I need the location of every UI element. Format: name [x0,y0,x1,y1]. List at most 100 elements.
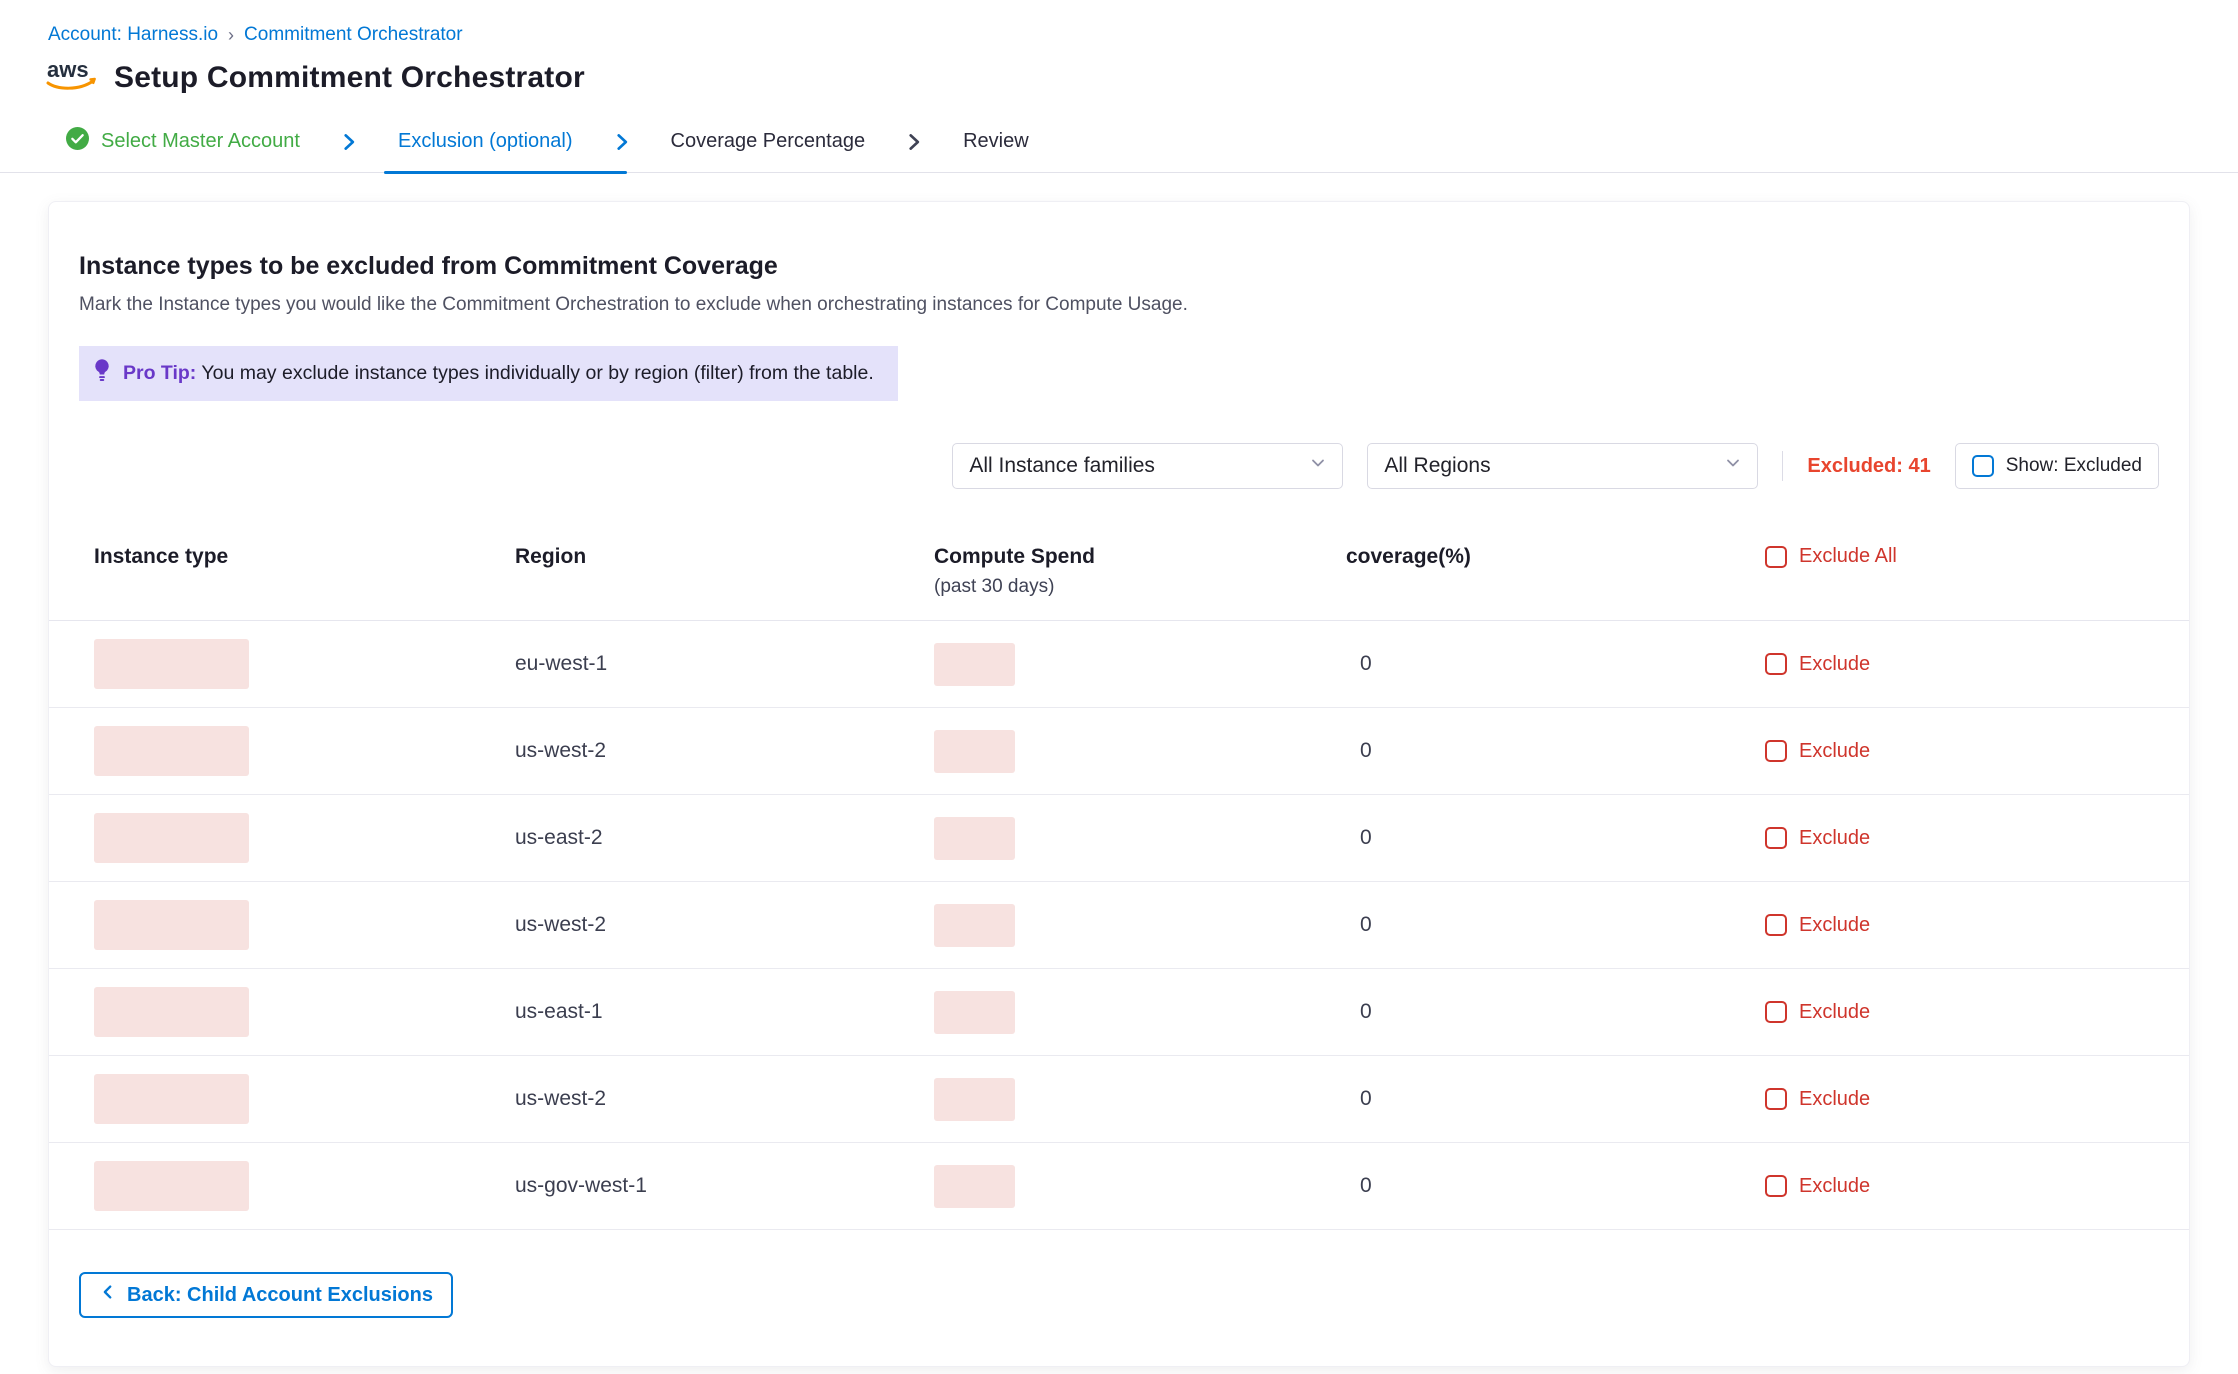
coverage-cell: 0 [1346,1000,1765,1024]
exclude-control[interactable]: Exclude [1765,1175,2189,1198]
exclude-label: Exclude [1799,653,1870,676]
exclude-label: Exclude [1799,740,1870,763]
chevron-left-icon [99,1283,117,1307]
exclude-checkbox[interactable] [1765,827,1787,849]
exclude-control[interactable]: Exclude [1765,740,2189,763]
step-label: Review [963,130,1029,153]
pro-tip-label: Pro Tip: [123,362,196,384]
exclude-label: Exclude [1799,1088,1870,1111]
region-cell: us-west-2 [515,1087,934,1111]
step-select-master-account[interactable]: Select Master Account [62,111,304,172]
exclude-label: Exclude [1799,1001,1870,1024]
redacted-compute-spend [934,643,1015,686]
table-row: us-west-2 0 Exclude [49,882,2189,969]
exclude-all-control[interactable]: Exclude All [1765,545,2189,568]
instance-type-cell [94,987,515,1037]
show-excluded-label: Show: Excluded [2006,455,2142,477]
page: Account: Harness.io › Commitment Orchest… [0,0,2238,1374]
header-region: Region [515,545,934,569]
breadcrumb-account-link[interactable]: Account: Harness.io [48,24,218,46]
exclude-control[interactable]: Exclude [1765,1088,2189,1111]
table-row: us-east-1 0 Exclude [49,969,2189,1056]
redacted-instance-type [94,639,249,689]
region-cell: us-west-2 [515,913,934,937]
step-review[interactable]: Review [959,111,1033,172]
exclude-checkbox[interactable] [1765,1175,1787,1197]
coverage-cell: 0 [1346,739,1765,763]
regions-value: All Regions [1384,454,1490,478]
pro-tip-text: You may exclude instance types individua… [201,362,873,384]
instance-type-cell [94,726,515,776]
table-row: eu-west-1 0 Exclude [49,621,2189,708]
coverage-cell: 0 [1346,1174,1765,1198]
exclude-checkbox[interactable] [1765,1001,1787,1023]
exclude-label: Exclude [1799,1175,1870,1198]
exclude-checkbox[interactable] [1765,1088,1787,1110]
show-excluded-checkbox[interactable] [1972,455,1994,477]
coverage-cell: 0 [1346,913,1765,937]
show-excluded-toggle[interactable]: Show: Excluded [1955,443,2159,489]
region-cell: us-gov-west-1 [515,1174,934,1198]
filters-bar: All Instance families All Regions Exclud… [79,443,2159,489]
region-cell: us-east-2 [515,826,934,850]
redacted-instance-type [94,726,249,776]
regions-dropdown[interactable]: All Regions [1367,443,1758,489]
back-button[interactable]: Back: Child Account Exclusions [79,1272,453,1318]
compute-spend-cell [934,904,1346,947]
exclude-label: Exclude [1799,827,1870,850]
redacted-compute-spend [934,991,1015,1034]
breadcrumb-current-link[interactable]: Commitment Orchestrator [244,24,463,46]
wizard-stepper: Select Master Account Exclusion (optiona… [0,111,2238,173]
pro-tip-banner: Pro Tip: You may exclude instance types … [79,346,898,401]
instance-type-cell [94,900,515,950]
exclusion-card: Instance types to be excluded from Commi… [48,201,2190,1367]
compute-spend-cell [934,643,1346,686]
coverage-cell: 0 [1346,826,1765,850]
instance-type-cell [94,639,515,689]
exclude-checkbox[interactable] [1765,914,1787,936]
chevron-down-icon [1723,453,1743,479]
redacted-instance-type [94,1161,249,1211]
exclude-control[interactable]: Exclude [1765,827,2189,850]
exclude-all-checkbox[interactable] [1765,546,1787,568]
instance-type-cell [94,1161,515,1211]
table-row: us-east-2 0 Exclude [49,795,2189,882]
exclude-control[interactable]: Exclude [1765,1001,2189,1024]
exclusion-table: Instance type Region Compute Spend (past… [49,545,2189,1230]
aws-logo-icon: aws [44,54,98,101]
exclude-control[interactable]: Exclude [1765,653,2189,676]
excluded-count-badge: Excluded: 41 [1807,455,1930,478]
step-exclusion[interactable]: Exclusion (optional) [394,111,577,172]
coverage-cell: 0 [1346,652,1765,676]
region-cell: us-west-2 [515,739,934,763]
redacted-instance-type [94,813,249,863]
filters-divider [1782,451,1783,481]
page-header: aws Setup Commitment Orchestrator [0,46,2238,101]
exclude-label: Exclude [1799,914,1870,937]
svg-text:aws: aws [47,57,89,82]
compute-spend-cell [934,817,1346,860]
redacted-compute-spend [934,1078,1015,1121]
instance-type-cell [94,813,515,863]
breadcrumb-separator-icon: › [228,25,234,46]
compute-spend-cell [934,1165,1346,1208]
header-compute-spend-sub: (past 30 days) [934,576,1346,598]
redacted-compute-spend [934,730,1015,773]
redacted-instance-type [94,1074,249,1124]
step-coverage-percentage[interactable]: Coverage Percentage [667,111,870,172]
chevron-down-icon [1308,453,1328,479]
instance-families-dropdown[interactable]: All Instance families [952,443,1343,489]
instance-families-value: All Instance families [969,454,1155,478]
redacted-compute-spend [934,1165,1015,1208]
exclude-checkbox[interactable] [1765,653,1787,675]
exclude-control[interactable]: Exclude [1765,914,2189,937]
region-cell: us-east-1 [515,1000,934,1024]
redacted-compute-spend [934,817,1015,860]
check-circle-icon [66,127,89,156]
step-label: Select Master Account [101,130,300,153]
table-row: us-west-2 0 Exclude [49,708,2189,795]
header-instance-type: Instance type [94,545,515,569]
page-title: Setup Commitment Orchestrator [114,61,585,95]
exclude-all-label: Exclude All [1799,545,1897,568]
exclude-checkbox[interactable] [1765,740,1787,762]
